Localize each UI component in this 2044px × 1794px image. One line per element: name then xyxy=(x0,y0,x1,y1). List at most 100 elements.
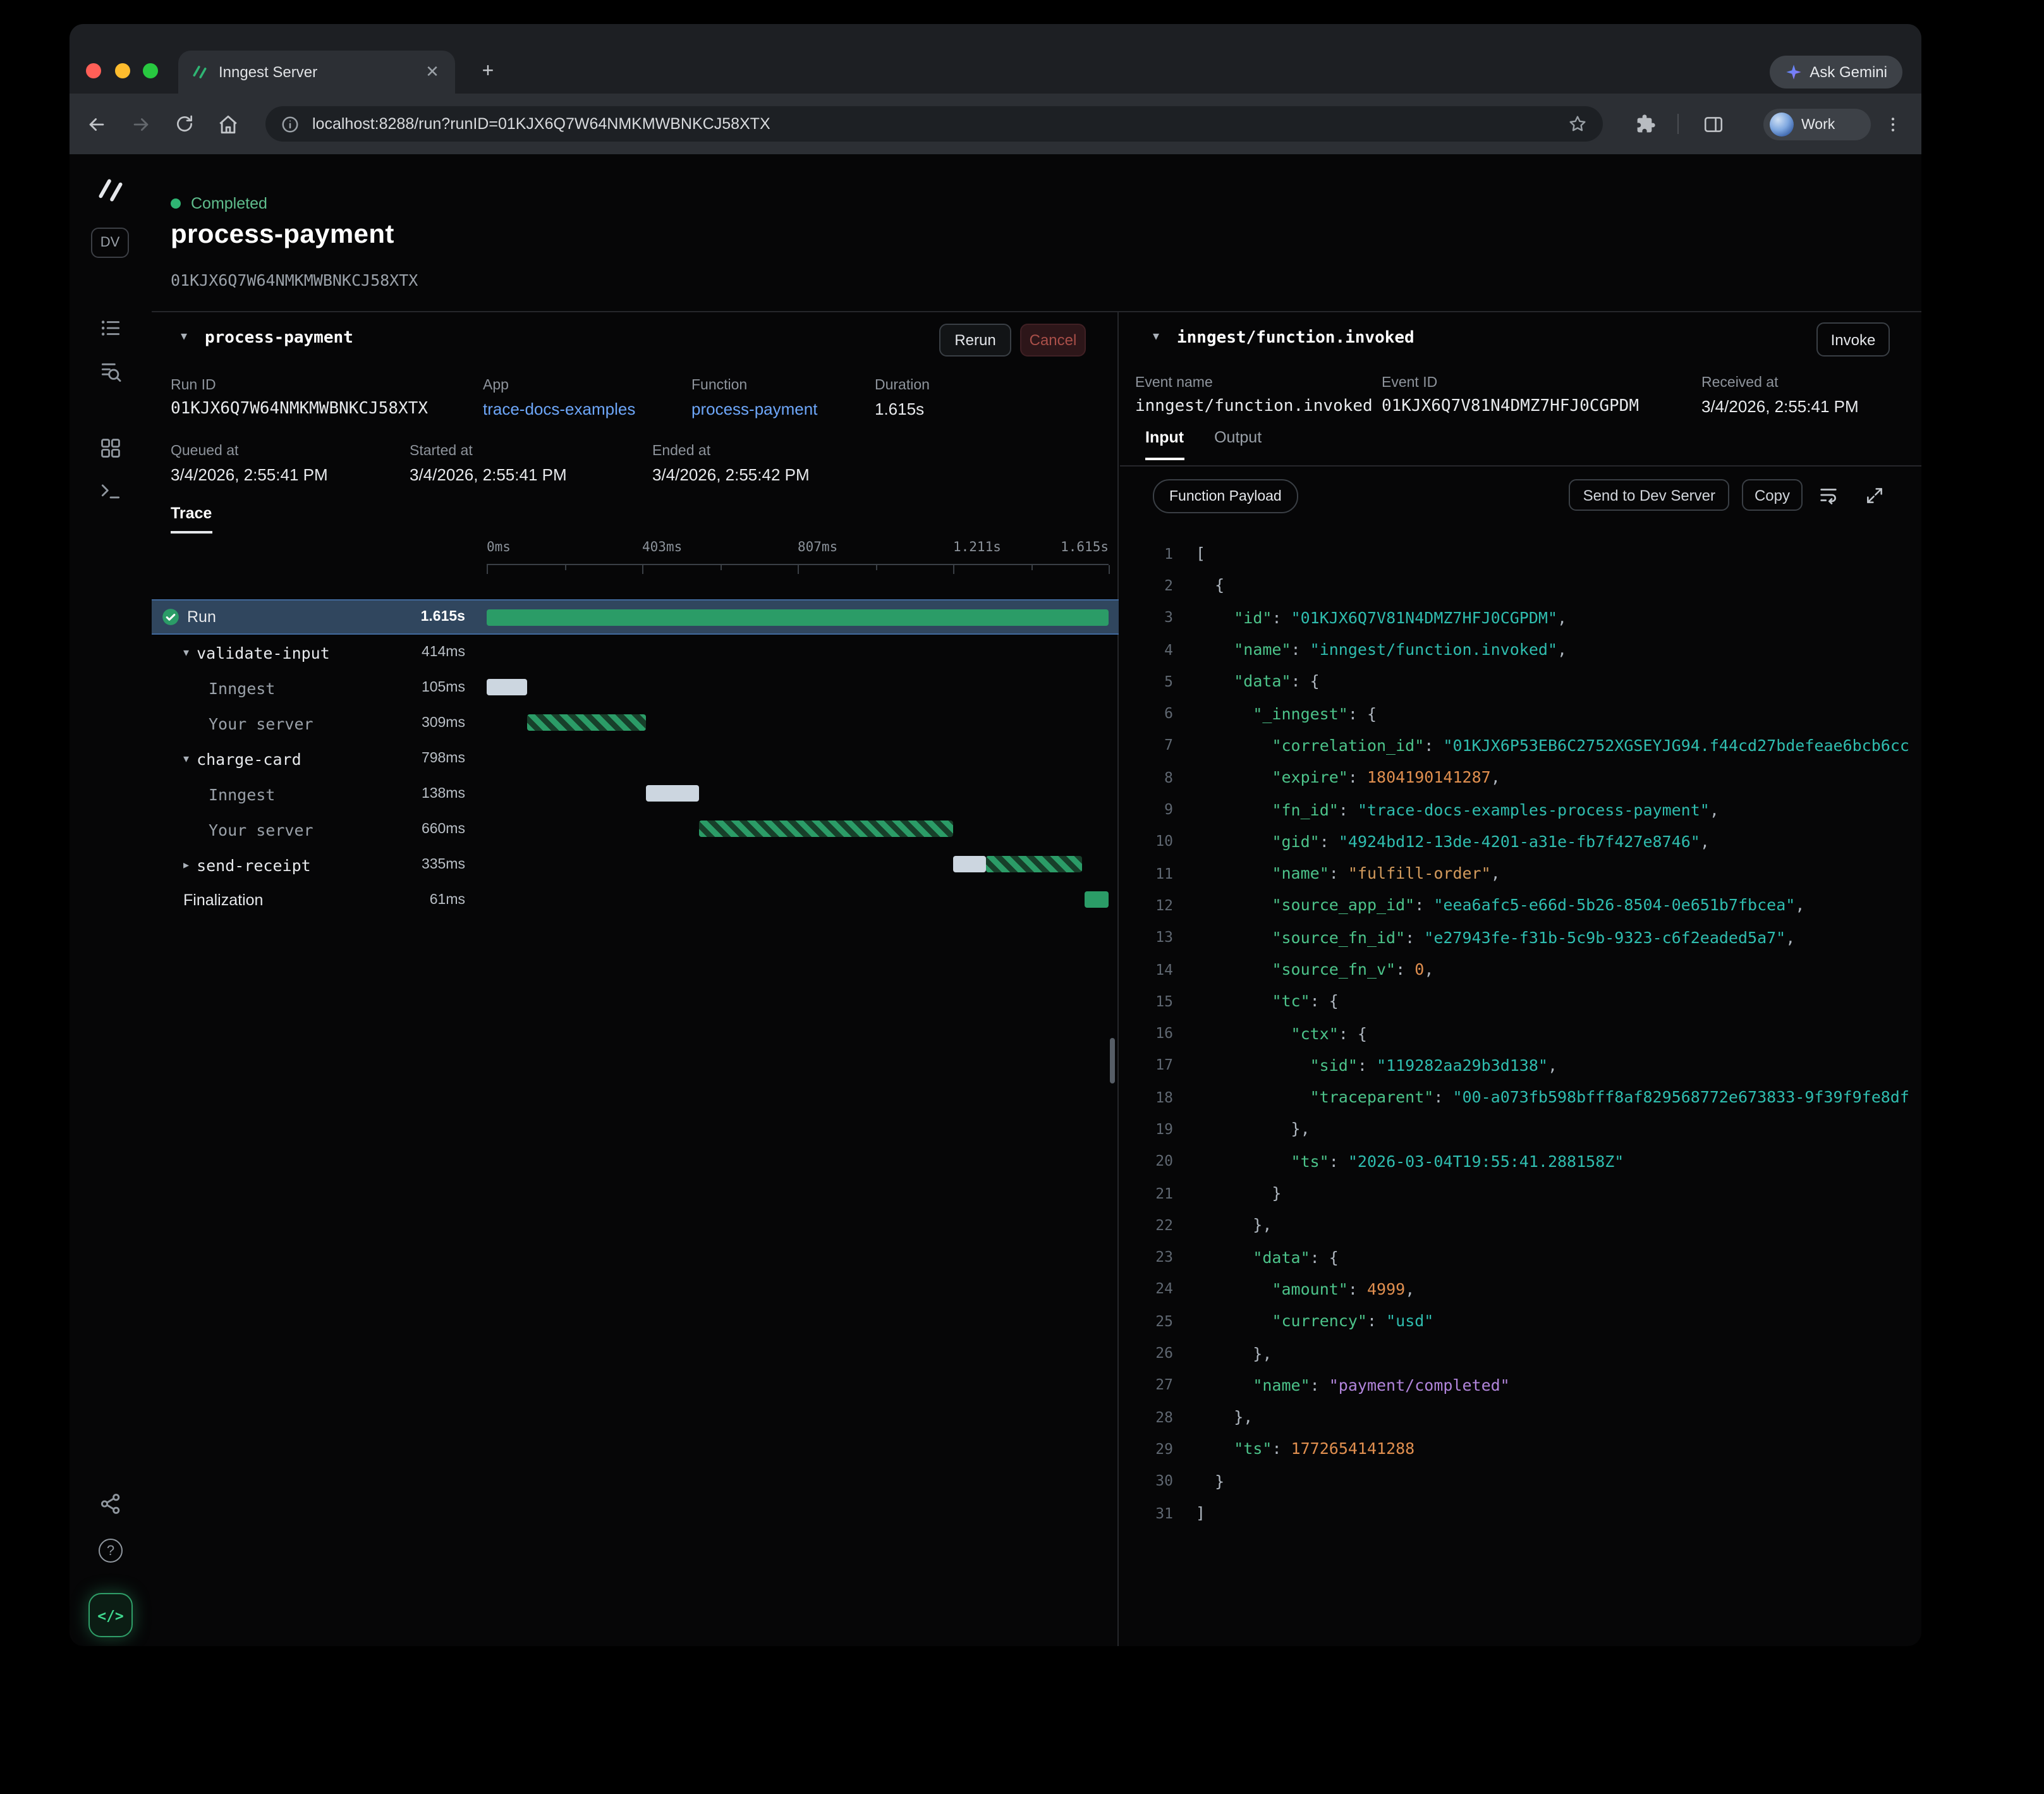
run-detail-value[interactable]: trace-docs-examples xyxy=(483,400,635,418)
function-payload-chip[interactable]: Function Payload xyxy=(1153,479,1298,513)
profile-chip[interactable]: Work xyxy=(1763,109,1871,140)
trace-row-name: Your server xyxy=(152,812,313,847)
sidebar-events-icon[interactable] xyxy=(99,360,123,384)
code-token: : xyxy=(1433,1087,1452,1106)
env-badge[interactable]: DV xyxy=(91,228,129,258)
collapse-chevron-icon[interactable]: ▾ xyxy=(1153,330,1159,344)
trace-row[interactable]: Inngest105ms xyxy=(152,670,1119,705)
code-text: } xyxy=(1196,1472,1224,1491)
help-icon[interactable]: ? xyxy=(99,1539,123,1563)
trace-bar xyxy=(987,856,1083,872)
close-window-button[interactable] xyxy=(86,63,101,78)
code-token: "ts" xyxy=(1291,1152,1329,1171)
side-panel-icon[interactable] xyxy=(1698,109,1728,139)
code-text: "source_app_id": "eea6afc5-e66d-5b26-850… xyxy=(1196,896,1804,915)
trace-row[interactable]: ▸send-receipt335ms xyxy=(152,847,1119,882)
code-line: 23 "data": { xyxy=(1120,1241,1921,1273)
home-icon[interactable] xyxy=(212,109,243,139)
forward-icon[interactable] xyxy=(125,109,155,139)
browser-tab[interactable]: Inngest Server ✕ xyxy=(178,51,455,94)
ask-gemini-button[interactable]: Ask Gemini xyxy=(1769,56,1902,88)
chevron-down-icon[interactable]: ▾ xyxy=(183,752,189,766)
copy-button[interactable]: Copy xyxy=(1742,479,1803,511)
axis-label: 403ms xyxy=(642,540,682,555)
code-text: "tc": { xyxy=(1196,992,1339,1011)
tab-output[interactable]: Output xyxy=(1214,429,1262,460)
close-tab-icon[interactable]: ✕ xyxy=(422,62,442,82)
line-number: 7 xyxy=(1120,736,1173,754)
code-text: "name": "inngest/function.invoked", xyxy=(1196,640,1567,659)
scrollbar-thumb[interactable] xyxy=(1110,1038,1115,1083)
trace-row[interactable]: Run1.615s xyxy=(152,599,1119,635)
bookmark-star-icon[interactable] xyxy=(1567,114,1588,134)
menu-kebab-icon[interactable] xyxy=(1877,109,1907,139)
code-token xyxy=(1196,832,1272,851)
line-number: 15 xyxy=(1120,992,1173,1010)
code-token: : xyxy=(1348,767,1367,786)
axis-tick xyxy=(1031,565,1032,570)
extensions-icon[interactable] xyxy=(1631,109,1661,139)
line-number: 13 xyxy=(1120,928,1173,946)
trace-bar-area xyxy=(487,882,1109,918)
share-icon[interactable] xyxy=(99,1492,123,1516)
trace-row-duration: 61ms xyxy=(430,882,465,918)
trace-row-label: send-receipt xyxy=(197,855,311,874)
site-info-icon[interactable] xyxy=(281,114,300,133)
line-number: 19 xyxy=(1120,1120,1173,1138)
code-token: , xyxy=(1557,640,1567,659)
toolbar-divider xyxy=(1677,114,1679,134)
code-token: "expire" xyxy=(1272,767,1347,786)
sidebar-functions-icon[interactable] xyxy=(99,480,123,504)
code-token xyxy=(1196,927,1272,946)
run-detail-value: 3/4/2026, 2:55:41 PM xyxy=(410,465,567,484)
trace-row[interactable]: ▾charge-card798ms xyxy=(152,741,1119,776)
trace-row[interactable]: Finalization61ms xyxy=(152,882,1119,918)
code-token: "fn_id" xyxy=(1272,800,1338,819)
expand-icon[interactable] xyxy=(1859,480,1889,510)
new-tab-button[interactable]: + xyxy=(474,58,502,86)
trace-bar-area xyxy=(487,847,1109,882)
sidebar-runs-icon[interactable] xyxy=(99,316,123,340)
code-token: : { xyxy=(1310,1247,1339,1266)
trace-row[interactable]: Your server309ms xyxy=(152,705,1119,741)
inngest-logo-icon[interactable] xyxy=(95,174,126,206)
reload-icon[interactable] xyxy=(169,109,200,139)
trace-row[interactable]: Your server 660ms xyxy=(152,812,1119,847)
code-token: "inngest/function.invoked" xyxy=(1310,640,1557,659)
code-token xyxy=(1196,767,1272,786)
trace-row[interactable]: ▾validate-input414ms xyxy=(152,635,1119,670)
rerun-button[interactable]: Rerun xyxy=(939,324,1011,357)
collapse-chevron-icon[interactable]: ▾ xyxy=(181,330,187,344)
time-ruler xyxy=(487,564,1109,577)
send-to-dev-server-button[interactable]: Send to Dev Server xyxy=(1569,479,1729,511)
code-token: 1772654141288 xyxy=(1291,1439,1415,1458)
invoke-button[interactable]: Invoke xyxy=(1816,322,1890,357)
word-wrap-icon[interactable] xyxy=(1814,480,1843,510)
sidebar-apps-icon[interactable] xyxy=(99,436,123,460)
back-icon[interactable] xyxy=(81,109,111,139)
dev-tools-button[interactable]: </> xyxy=(88,1593,133,1637)
code-token xyxy=(1196,1087,1310,1106)
trace-bar-area xyxy=(487,741,1109,776)
code-token: : xyxy=(1272,607,1291,626)
code-token: "payment/completed" xyxy=(1329,1376,1510,1394)
chevron-down-icon[interactable]: ▾ xyxy=(183,645,189,659)
code-text: "source_fn_v": 0, xyxy=(1196,960,1433,979)
run-header: Completed process-payment 01KJX6Q7W64NMK… xyxy=(152,154,1921,311)
code-text: "id": "01KJX6Q7V81N4DMZ7HFJ0CGPDM", xyxy=(1196,607,1567,626)
cancel-button[interactable]: Cancel xyxy=(1020,324,1086,357)
run-detail-field: Apptrace-docs-examples xyxy=(483,378,635,418)
code-token: 1804190141287 xyxy=(1367,767,1491,786)
chevron-right-icon[interactable]: ▸ xyxy=(183,858,189,872)
minimize-window-button[interactable] xyxy=(114,63,130,78)
zoom-window-button[interactable] xyxy=(143,63,158,78)
address-bar[interactable]: localhost:8288/run?runID=01KJX6Q7W64NMKM… xyxy=(265,106,1603,142)
run-detail-value[interactable]: process-payment xyxy=(691,400,817,418)
code-token xyxy=(1196,1056,1310,1075)
code-line: 3 "id": "01KJX6Q7V81N4DMZ7HFJ0CGPDM", xyxy=(1120,601,1921,633)
code-token: } xyxy=(1196,1183,1281,1202)
trace-row[interactable]: Inngest138ms xyxy=(152,776,1119,812)
tab-trace[interactable]: Trace xyxy=(171,504,212,534)
tab-input[interactable]: Input xyxy=(1145,429,1184,460)
trace-row-duration: 660ms xyxy=(422,812,465,847)
